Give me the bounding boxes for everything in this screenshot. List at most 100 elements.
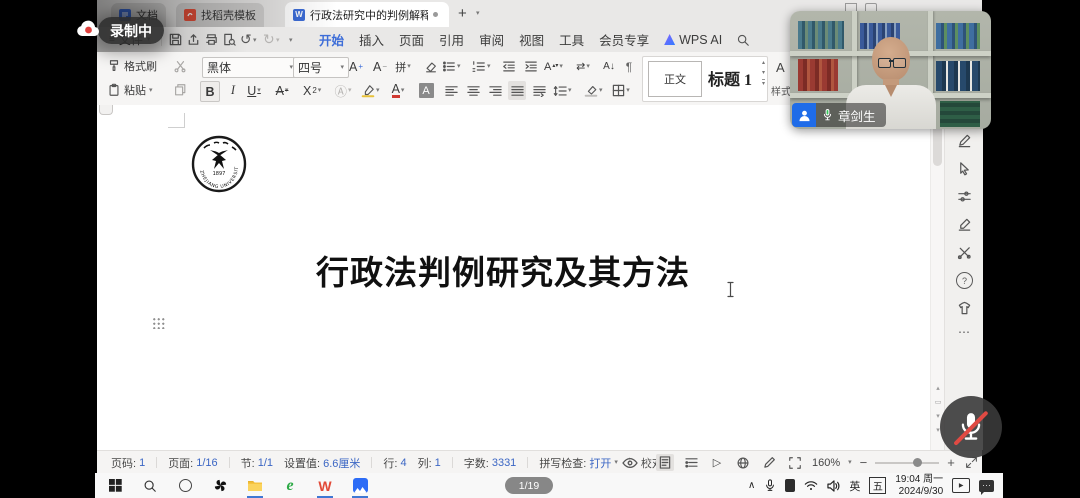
print-preview-button[interactable] [221, 31, 238, 48]
highlight-button[interactable]: ▾ [361, 81, 380, 100]
borders-button[interactable]: ▾ [612, 81, 630, 100]
styles-more-icon[interactable]: ▾ [762, 79, 765, 87]
style-normal[interactable]: 正文 [648, 61, 702, 97]
copy-icon[interactable] [173, 83, 187, 97]
taskbar-search-icon[interactable] [140, 473, 160, 498]
bold-button[interactable]: B [200, 81, 220, 102]
numbering-button[interactable]: ▾ [472, 57, 491, 76]
redo-button[interactable]: ↻ [263, 31, 275, 48]
distribute-button[interactable] [530, 81, 548, 100]
tab-home[interactable]: 开始 [318, 27, 345, 52]
more-tools-icon[interactable]: ⋯ [958, 325, 971, 339]
print-button[interactable] [203, 31, 220, 48]
new-style-button[interactable]: A [776, 60, 785, 75]
status-spellcheck[interactable]: 拼写检查:打开▾ [539, 455, 618, 471]
status-setting-value[interactable]: 设置值:6.6厘米 [284, 455, 360, 471]
increase-indent-button[interactable] [522, 57, 540, 76]
cut-icon[interactable] [173, 59, 187, 73]
cursor-select-icon[interactable] [957, 161, 972, 176]
eye-protect-icon[interactable] [621, 454, 639, 471]
character-scale-button[interactable]: A▴▾▾ [544, 57, 563, 76]
phonetic-guide-button[interactable]: 拼▾ [394, 57, 412, 76]
text-direction-button[interactable]: ⇄▾ [574, 57, 592, 76]
new-tab-button[interactable]: + [458, 5, 467, 22]
format-painter-button[interactable]: 格式刷 [107, 58, 157, 74]
page-view-icon[interactable] [656, 454, 674, 471]
bullets-button[interactable]: ▾ [442, 57, 461, 76]
tab-review[interactable]: 审阅 [478, 27, 505, 52]
sign-pen-icon[interactable] [957, 217, 972, 232]
tab-reference[interactable]: 引用 [438, 27, 465, 52]
tab-docer-templates[interactable]: 找稻壳模板 [176, 3, 264, 27]
document-page[interactable]: 1897 ZHEJIANG UNIVERSITY 行政法判例研究及其方法 [97, 105, 930, 450]
font-color-button[interactable]: A▾ [389, 81, 407, 100]
help-icon[interactable]: ? [956, 272, 973, 289]
zoom-slider[interactable] [875, 462, 939, 464]
language-indicator[interactable]: 英 [849, 478, 860, 494]
justify-button[interactable] [508, 81, 526, 100]
tab-tools[interactable]: 工具 [558, 27, 585, 52]
notification-bubble-icon[interactable] [979, 480, 994, 492]
windows-start-button[interactable] [105, 473, 125, 498]
align-left-button[interactable] [442, 81, 460, 100]
sort-button[interactable]: A↓ [600, 57, 618, 76]
align-right-button[interactable] [486, 81, 504, 100]
video-playback-tray-icon[interactable]: ▶ [952, 478, 970, 493]
edit-pencil-icon[interactable] [760, 454, 778, 471]
skin-theme-icon[interactable] [957, 301, 972, 316]
redo-chevron-icon[interactable]: ▾ [276, 37, 280, 44]
tray-expand-chevron-icon[interactable]: ∧ [748, 480, 755, 491]
status-page-count[interactable]: 页面:1/16 [168, 455, 217, 471]
clock[interactable]: 19:04 周一 2024/9/30 [895, 474, 943, 497]
outline-view-icon[interactable] [682, 454, 700, 471]
tab-insert[interactable]: 插入 [358, 27, 385, 52]
character-shading-button[interactable]: A [417, 81, 435, 100]
muted-mic-indicator[interactable] [940, 396, 1002, 458]
fit-page-icon[interactable] [786, 454, 804, 471]
decrease-indent-button[interactable] [500, 57, 518, 76]
ime-indicator[interactable]: 五 [869, 477, 886, 494]
document-title-text[interactable]: 行政法判例研究及其方法 [230, 246, 776, 294]
speaker-icon[interactable] [827, 480, 840, 492]
tab-view[interactable]: 视图 [518, 27, 545, 52]
strikethrough-button[interactable]: A▾ [273, 81, 291, 100]
presenter-video[interactable]: 章剑生 [790, 11, 991, 129]
wps-ai-button[interactable]: WPS AI [663, 30, 723, 50]
clear-format-button[interactable] [422, 57, 440, 76]
increase-font-button[interactable]: A+ [347, 57, 365, 76]
wifi-icon[interactable] [804, 480, 818, 491]
zoom-in-button[interactable]: + [947, 455, 955, 470]
show-marks-button[interactable]: ¶ [620, 57, 638, 76]
font-name-select[interactable]: 黑体 ▾ [202, 57, 298, 78]
tab-member[interactable]: 会员专享 [598, 27, 650, 52]
save-button[interactable] [167, 31, 184, 48]
zoom-out-button[interactable]: − [860, 455, 868, 470]
wps-taskbar-icon[interactable]: W [315, 473, 335, 498]
shading-button[interactable]: ▾ [584, 81, 603, 100]
font-size-select[interactable]: 四号 ▾ [293, 57, 349, 78]
ribbon-collapse-notch[interactable] [99, 105, 113, 115]
styles-pane-label[interactable]: 样式 [771, 83, 791, 98]
tools-icon[interactable] [957, 245, 972, 260]
undo-chevron-icon[interactable]: ▾ [253, 37, 257, 44]
zoom-chevron-icon[interactable]: ▾ [848, 459, 852, 466]
cortana-icon[interactable] [175, 473, 195, 498]
status-word-count[interactable]: 字数:3331 [464, 455, 517, 471]
tray-device-icon[interactable] [785, 479, 795, 492]
styles-up-icon[interactable]: ▴ [762, 59, 765, 66]
tab-list-chevron-icon[interactable]: ▾ [476, 10, 480, 17]
pinwheel-app-icon[interactable] [210, 473, 230, 498]
play-presentation-icon[interactable]: ▷ [708, 454, 726, 471]
paragraph-drag-handle[interactable] [152, 317, 165, 329]
undo-button[interactable]: ↺ [240, 31, 252, 48]
decrease-font-button[interactable]: A− [371, 57, 389, 76]
italic-button[interactable]: I [224, 81, 242, 100]
web-view-icon[interactable] [734, 454, 752, 471]
vertical-scrollbar[interactable]: ▴▭▾▾ [930, 106, 945, 450]
search-icon[interactable] [736, 33, 750, 47]
meeting-app-icon[interactable] [350, 473, 370, 498]
zoom-slider-knob[interactable] [913, 458, 922, 467]
superscript-button[interactable]: X2▾ [303, 81, 321, 100]
zoom-level-value[interactable]: 160% [812, 457, 840, 469]
style-heading1[interactable]: 标题 1 [705, 61, 755, 95]
